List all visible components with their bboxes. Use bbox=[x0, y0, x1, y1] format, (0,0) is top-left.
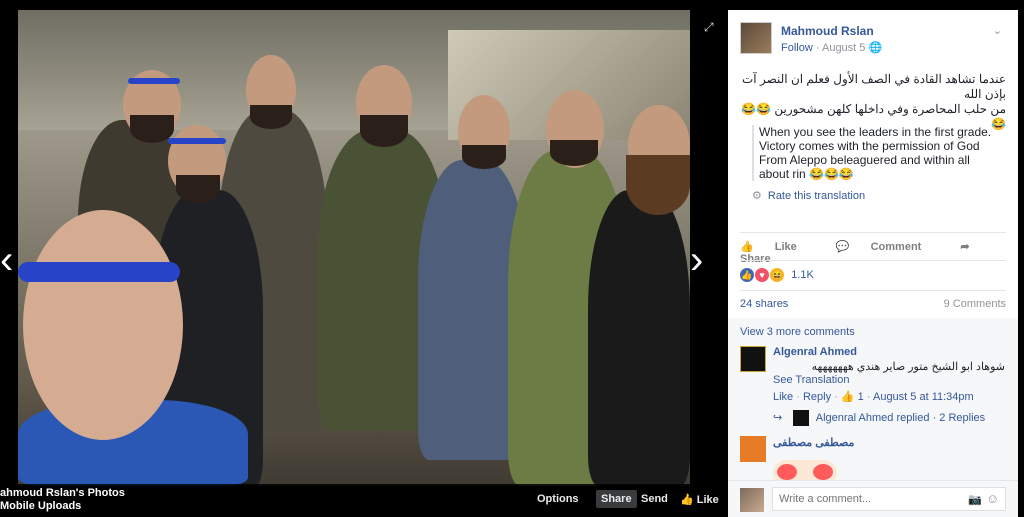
meta-dot: · bbox=[796, 391, 803, 403]
commenter-avatar[interactable] bbox=[740, 346, 766, 372]
album-subname[interactable]: Mobile Uploads bbox=[0, 500, 125, 513]
smiley-icon[interactable]: ☺ bbox=[986, 491, 999, 506]
comments-count[interactable]: 9 Comments bbox=[944, 298, 1006, 310]
share-icon: ➦ bbox=[960, 241, 970, 253]
replies-count: 2 Replies bbox=[939, 411, 986, 424]
comment-like-link[interactable]: Like bbox=[773, 391, 793, 403]
reply-arrow-icon: ↪ bbox=[773, 411, 783, 424]
photo-like-button[interactable]: 👍 Like bbox=[680, 493, 719, 506]
photo-footer: ahmoud Rslan's Photos Mobile Uploads Opt… bbox=[0, 484, 728, 517]
comment-button[interactable]: 💬 Comment bbox=[836, 241, 940, 253]
like-icon: 👍 bbox=[680, 494, 697, 506]
like-reaction-icon: 👍 bbox=[740, 268, 754, 282]
divider bbox=[740, 232, 1006, 233]
camera-icon[interactable]: 📷 bbox=[968, 493, 982, 506]
rate-translation-link[interactable]: ⚙ Rate this translation bbox=[752, 189, 865, 202]
view-more-comments-link[interactable]: View 3 more comments bbox=[740, 326, 855, 338]
person-head-foreground bbox=[23, 210, 183, 440]
chevron-left-icon[interactable]: ‹ bbox=[0, 240, 13, 280]
heart-icon bbox=[813, 464, 833, 480]
post-photo[interactable] bbox=[18, 10, 690, 486]
divider bbox=[740, 290, 1006, 291]
post-date[interactable]: August 5 bbox=[822, 42, 865, 54]
person-figure bbox=[588, 190, 690, 486]
like-button[interactable]: 👍 Like bbox=[740, 241, 815, 253]
post-meta: Follow · August 5 🌐 bbox=[781, 41, 882, 54]
person-headband bbox=[18, 262, 180, 282]
like-icon: 👍 bbox=[740, 241, 757, 253]
person-beard bbox=[550, 140, 598, 166]
share-label: Share bbox=[740, 253, 771, 265]
options-button[interactable]: Options bbox=[537, 493, 579, 505]
album-title[interactable]: ahmoud Rslan's Photos Mobile Uploads bbox=[0, 487, 125, 513]
commenter-name[interactable]: Algenral Ahmed bbox=[773, 346, 857, 358]
comment-text: شوهاد ابو الشيخ متور صاير هندي هههههههه bbox=[811, 361, 1005, 373]
current-user-avatar bbox=[740, 488, 764, 512]
haha-reaction-icon: 😆 bbox=[770, 268, 785, 282]
chevron-right-icon[interactable]: › bbox=[690, 240, 703, 280]
replier-avatar bbox=[793, 410, 810, 426]
see-translation-link[interactable]: See Translation bbox=[773, 374, 849, 386]
replies-link[interactable]: ↪ Algenral Ahmed replied · 2 Replies bbox=[773, 410, 985, 426]
rate-translation-label: Rate this translation bbox=[767, 190, 866, 202]
comment-time[interactable]: August 5 at 11:34pm bbox=[873, 391, 974, 403]
photo-like-label: Like bbox=[696, 494, 719, 506]
person-headband bbox=[168, 138, 226, 144]
author-name[interactable]: Mahmoud Rslan bbox=[781, 24, 874, 38]
comment-meta: Like · Reply · 👍 1 · August 5 at 11:34pm bbox=[773, 390, 974, 403]
love-reaction-icon: ♥ bbox=[755, 268, 770, 282]
author-avatar[interactable] bbox=[740, 22, 772, 54]
chevron-down-icon[interactable]: ⌄ bbox=[993, 24, 1002, 37]
photo-viewer: ‹ › ⤢ ahmoud Rslan's Photos Mobile Uploa… bbox=[0, 0, 1024, 517]
globe-icon: 🌐 bbox=[868, 42, 883, 54]
write-comment-row: 📷 ☺ bbox=[728, 480, 1018, 517]
commenter-name[interactable]: مصطفى مصطفى bbox=[773, 436, 854, 449]
post-actions: 👍 Like 💬 Comment ➦ Share bbox=[740, 240, 1018, 265]
gear-icon: ⚙ bbox=[752, 190, 762, 202]
person-beard bbox=[626, 155, 690, 215]
comment-likes-count[interactable]: 1 bbox=[858, 391, 864, 403]
person-beard bbox=[176, 175, 220, 203]
photo-share-button[interactable]: Share bbox=[596, 490, 637, 508]
meta-dot: · bbox=[834, 391, 841, 403]
replier-name: Algenral Ahmed bbox=[815, 411, 894, 424]
person-beard bbox=[360, 115, 408, 147]
expand-icon[interactable]: ⤢ bbox=[704, 20, 714, 35]
person-headband bbox=[128, 78, 180, 84]
comment-label: Comment bbox=[870, 241, 922, 253]
like-label: Like bbox=[774, 241, 797, 253]
send-button[interactable]: Send bbox=[641, 493, 668, 505]
post-sidebar: Mahmoud Rslan Follow · August 5 🌐 ⌄ عندم… bbox=[728, 10, 1018, 517]
replied-label: replied bbox=[896, 411, 930, 424]
commenter-avatar[interactable] bbox=[740, 436, 766, 462]
post-text-arabic: عندما تشاهد القادة في الصف الأول فعلم ان… bbox=[741, 72, 1006, 131]
reactions-summary[interactable]: 👍 ♥ 😆 1.1K bbox=[740, 268, 814, 282]
album-name[interactable]: ahmoud Rslan's Photos bbox=[0, 487, 125, 500]
reactions-count: 1.1K bbox=[791, 268, 814, 281]
shares-count[interactable]: 24 shares bbox=[740, 298, 788, 310]
person-beard bbox=[462, 145, 506, 169]
comment-reply-link[interactable]: Reply bbox=[803, 391, 831, 403]
person-beard bbox=[250, 105, 292, 129]
like-icon: 👍 bbox=[840, 391, 855, 403]
comment-icon: 💬 bbox=[835, 241, 853, 253]
heart-icon bbox=[777, 464, 797, 480]
post-translation: When you see the leaders in the first gr… bbox=[752, 125, 1002, 181]
follow-link[interactable]: Follow bbox=[781, 42, 813, 54]
divider bbox=[740, 260, 1006, 261]
